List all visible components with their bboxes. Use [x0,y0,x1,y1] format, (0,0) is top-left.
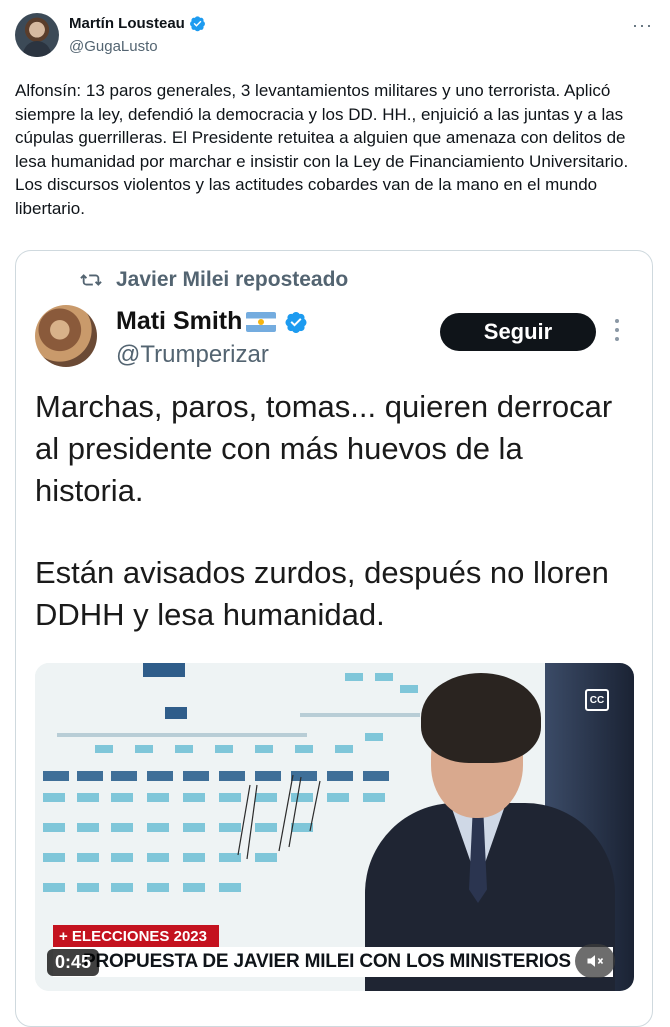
closed-captions-icon[interactable]: CC [585,689,609,711]
news-banner-top: + ELECCIONES 2023 [53,925,219,947]
quoted-media-card[interactable]: Javier Milei reposteado Mati Smith @Trum… [15,250,653,1027]
presenter-hair [421,673,541,763]
speaker-muted-icon [587,955,604,967]
quoted-author-name[interactable]: Mati Smith [116,307,242,336]
follow-button[interactable]: Seguir [440,313,596,351]
quoted-tweet-text-1: Marchas, paros, tomas... quieren derroca… [35,389,613,508]
tweet-text: Alfonsín: 13 paros generales, 3 levantam… [15,81,629,218]
quoted-author-name-row: Mati Smith [116,307,308,336]
verified-badge-icon [285,311,307,333]
repost-icon [80,274,102,286]
news-banner-bottom: PROPUESTA DE JAVIER MILEI CON LOS MINIST… [53,947,613,977]
more-vertical-icon[interactable] [614,319,620,345]
mute-button[interactable] [575,944,615,978]
verified-badge-icon [189,16,205,32]
tweet-header: Martín Lousteau @GugaLusto ··· [15,13,655,63]
quoted-author-handle[interactable]: @Trumperizar [116,341,269,369]
author-name-row: Martín Lousteau [69,15,206,32]
video-player[interactable]: CC + ELECCIONES 2023 PROPUESTA DE JAVIER… [35,663,634,991]
quoted-tweet-text-2: Están avisados zurdos, después no lloren… [35,555,609,632]
video-time-badge: 0:45 [47,949,100,976]
argentina-flag-icon [246,311,277,332]
quoted-author-avatar[interactable] [35,305,97,367]
repost-indicator: Javier Milei reposteado [80,268,348,292]
more-horizontal-icon[interactable]: ··· [632,15,653,36]
author-avatar[interactable] [15,13,59,57]
author-name[interactable]: Martín Lousteau [69,15,185,32]
repost-label[interactable]: Javier Milei reposteado [116,268,348,292]
author-handle[interactable]: @GugaLusto [69,38,158,55]
